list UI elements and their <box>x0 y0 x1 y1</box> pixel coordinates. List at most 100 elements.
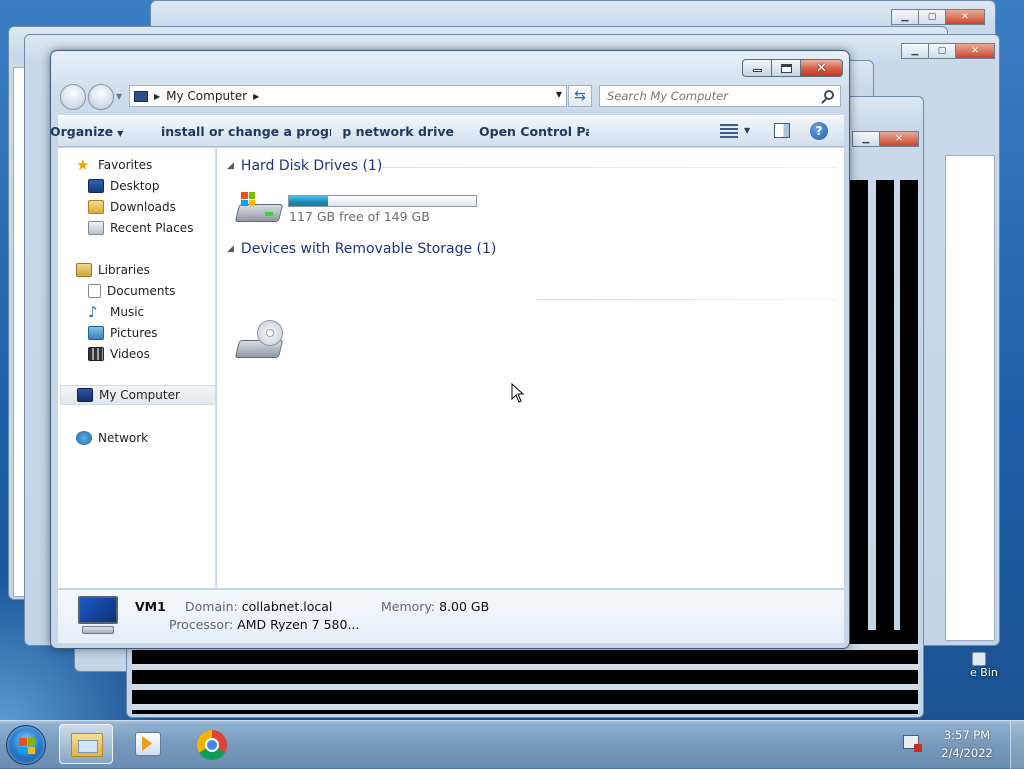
back-button[interactable] <box>60 84 86 110</box>
music-note-icon: ♪ <box>88 303 98 321</box>
command-bar: Organize▼ install or change a program Ma… <box>50 115 844 147</box>
taskbar-media-player[interactable] <box>121 724 175 764</box>
group-title: Hard Disk Drives (1) <box>240 158 383 174</box>
network-status-icon[interactable] <box>903 735 922 752</box>
organize-button[interactable]: Organize ▼ <box>50 124 134 139</box>
map-network-drive-button[interactable]: Map network drive <box>343 124 454 139</box>
recent-pages-dropdown[interactable]: ▼ <box>116 92 122 101</box>
pictures-icon <box>88 326 104 340</box>
collapse-triangle-icon[interactable]: ◢ <box>227 244 234 254</box>
render-artifact <box>876 180 894 650</box>
nav-favorites-label: Favorites <box>98 158 153 172</box>
recycle-bin-shortcut[interactable]: e Bin <box>968 650 1024 690</box>
explorer-window: ✕ ▼ ▶ My Computer ▶ ▼ ⇆ Organize▼ instal… <box>50 50 850 649</box>
breadcrumb-location[interactable]: My Computer <box>166 89 247 103</box>
uninstall-program-button[interactable]: install or change a program <box>161 124 331 139</box>
chevron-down-icon[interactable]: ▼ <box>744 126 750 135</box>
nav-my-computer[interactable]: My Computer <box>60 385 216 405</box>
libraries-icon <box>76 263 92 277</box>
breadcrumb-arrow-icon[interactable]: ▶ <box>253 92 259 101</box>
group-header-removable[interactable]: ◢ Devices with Removable Storage (1) <box>227 241 496 257</box>
content-pane: ◢ Hard Disk Drives (1) 117 GB free of 14… <box>217 148 844 588</box>
open-control-panel-button[interactable]: Open Control Panel <box>479 124 589 139</box>
nav-documents[interactable]: Documents <box>88 281 175 301</box>
start-button[interactable] <box>6 725 46 765</box>
nav-pictures-label: Pictures <box>110 326 158 340</box>
search-box[interactable] <box>599 85 841 107</box>
documents-icon <box>88 284 101 298</box>
maximize-icon: ▢ <box>928 43 955 59</box>
help-icon[interactable]: ? <box>810 122 828 140</box>
system-clock[interactable]: 3:57 PM 2/4/2022 <box>935 726 999 762</box>
drive-usage-bar <box>288 195 477 207</box>
search-icon[interactable] <box>824 90 834 100</box>
star-icon: ★ <box>76 156 90 174</box>
maximize-button[interactable] <box>771 59 800 77</box>
computer-icon <box>77 388 93 402</box>
uninstall-program-label: install or change a program <box>161 124 331 139</box>
minimize-button[interactable] <box>742 59 771 77</box>
chrome-icon <box>197 730 227 760</box>
downloads-folder-icon <box>88 200 104 214</box>
chevron-down-icon: ▼ <box>117 129 124 138</box>
search-input[interactable] <box>607 86 817 106</box>
minimize-icon <box>752 69 762 72</box>
window-controls: ✕ <box>742 59 843 77</box>
nav-downloads-label: Downloads <box>110 200 176 214</box>
nav-libraries[interactable]: Libraries <box>76 260 150 280</box>
nav-desktop[interactable]: Desktop <box>88 176 160 196</box>
close-icon: ✕ <box>955 43 995 59</box>
group-header-hard-disk[interactable]: ◢ Hard Disk Drives (1) <box>227 158 382 174</box>
memory-label: Memory: <box>381 599 436 614</box>
nav-documents-label: Documents <box>107 284 176 298</box>
collapse-triangle-icon[interactable]: ◢ <box>227 161 234 171</box>
group-divider <box>382 167 837 168</box>
minimize-icon: ▁ <box>852 131 879 147</box>
nav-network[interactable]: Network <box>76 428 148 448</box>
videos-icon <box>88 347 104 361</box>
media-player-icon <box>135 732 161 756</box>
dvd-drive[interactable] <box>231 318 291 366</box>
nav-music[interactable]: ♪ Music <box>88 302 144 322</box>
nav-favorites[interactable]: ★ Favorites <box>76 155 152 175</box>
nav-recent-places[interactable]: Recent Places <box>88 218 193 238</box>
minimize-icon: ▁ <box>891 9 918 25</box>
nav-pictures[interactable]: Pictures <box>88 323 158 343</box>
close-icon: ✕ <box>879 131 919 147</box>
breadcrumb-arrow-icon[interactable]: ▶ <box>154 92 160 101</box>
recycle-bin-icon <box>972 652 986 666</box>
hard-drive-icon <box>234 188 284 228</box>
taskbar-explorer[interactable] <box>59 724 113 764</box>
navigation-pane: ★ Favorites Desktop Downloads Recent Pla… <box>58 148 216 588</box>
clock-date: 2/4/2022 <box>941 746 993 760</box>
computer-name: VM1 <box>135 599 166 614</box>
change-view-icon[interactable] <box>720 124 738 138</box>
nav-music-label: Music <box>110 305 145 319</box>
minimize-icon: ▁ <box>901 43 928 59</box>
taskbar-chrome[interactable] <box>186 724 240 764</box>
maximize-icon: ▢ <box>918 9 945 25</box>
render-artifact <box>900 180 918 650</box>
address-history-dropdown[interactable]: ▼ <box>556 90 562 99</box>
close-button[interactable]: ✕ <box>800 59 843 77</box>
forward-button[interactable] <box>88 84 114 110</box>
nav-desktop-label: Desktop <box>110 179 160 193</box>
nav-downloads[interactable]: Downloads <box>88 197 176 217</box>
domain-value: collabnet.local <box>241 599 333 614</box>
show-desktop-button[interactable] <box>1010 721 1024 769</box>
network-globe-icon <box>76 431 92 445</box>
desktop-icon <box>88 179 104 193</box>
details-pane: VM1 Domain: collabnet.local Memory: 8.00… <box>58 589 844 643</box>
nav-recent-places-label: Recent Places <box>110 221 194 235</box>
nav-my-computer-label: My Computer <box>99 388 180 402</box>
domain-line: Domain: collabnet.local <box>185 599 332 614</box>
refresh-button[interactable]: ⇆ <box>568 85 592 107</box>
recycle-bin-label: e Bin <box>970 666 998 679</box>
preview-pane-icon[interactable] <box>774 123 790 138</box>
group-title: Devices with Removable Storage (1) <box>240 241 497 257</box>
memory-value: 8.00 GB <box>439 599 490 614</box>
nav-videos[interactable]: Videos <box>88 344 150 364</box>
address-bar[interactable]: ▶ My Computer ▶ ▼ <box>129 85 567 107</box>
nav-videos-label: Videos <box>110 347 150 361</box>
processor-value: AMD Ryzen 7 580... <box>237 617 360 632</box>
